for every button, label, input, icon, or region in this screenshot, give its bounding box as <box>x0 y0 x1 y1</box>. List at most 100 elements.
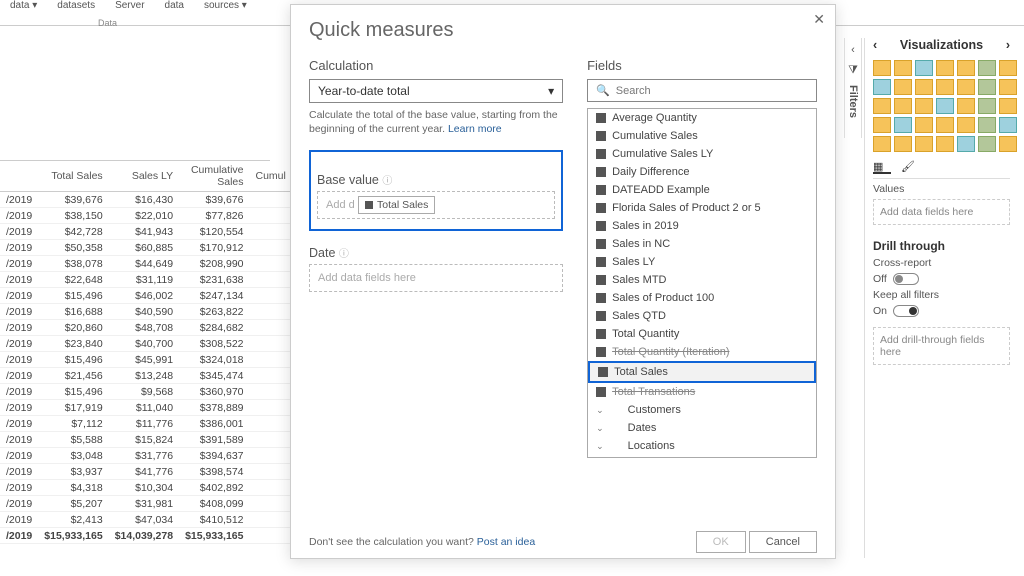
table-row[interactable]: /2019$15,496$9,568$360,970 <box>0 384 292 400</box>
field-measure[interactable]: Average Quantity <box>588 109 816 127</box>
ok-button[interactable]: OK <box>696 531 746 553</box>
vis-type-icon[interactable] <box>957 98 975 114</box>
table-row[interactable]: /2019$3,048$31,776$394,637 <box>0 448 292 464</box>
table-row[interactable]: /2019$17,919$11,040$378,889 <box>0 400 292 416</box>
table-row[interactable]: /2019$21,456$13,248$345,474 <box>0 368 292 384</box>
vis-type-icon[interactable] <box>873 117 891 133</box>
ribbon-datasets[interactable]: datasets <box>57 0 95 11</box>
chevron-right-icon[interactable]: › <box>1006 38 1010 52</box>
table-row[interactable]: /2019$39,676$16,430$39,676 <box>0 192 292 208</box>
drag-chip-total-sales[interactable]: Total Sales <box>358 196 435 214</box>
filters-pane-collapsed[interactable]: ‹ ⧩ Filters <box>844 38 862 138</box>
vis-type-icon[interactable] <box>873 79 891 95</box>
vis-type-icon[interactable] <box>999 136 1017 152</box>
fields-tab-icon[interactable]: ▦ <box>873 160 891 174</box>
field-measure[interactable]: Total Quantity <box>588 325 816 343</box>
table-row[interactable]: /2019$38,078$44,649$208,990 <box>0 256 292 272</box>
table-row[interactable]: /2019$42,728$41,943$120,554 <box>0 224 292 240</box>
table-row[interactable]: /2019$7,112$11,776$386,001 <box>0 416 292 432</box>
vis-type-icon[interactable] <box>894 98 912 114</box>
field-measure[interactable]: Daily Difference <box>588 163 816 181</box>
col-header[interactable]: Sales LY <box>109 161 179 192</box>
calculation-dropdown[interactable]: Year-to-date total ▾ <box>309 79 563 103</box>
cancel-button[interactable]: Cancel <box>749 531 817 553</box>
vis-type-icon[interactable] <box>978 79 996 95</box>
fields-search[interactable]: 🔍 Search <box>587 79 817 102</box>
vis-type-icon[interactable] <box>894 79 912 95</box>
field-table[interactable]: ⌄Products <box>588 455 816 458</box>
table-row[interactable]: /2019$15,496$45,991$324,018 <box>0 352 292 368</box>
field-measure[interactable]: Cumulative Sales <box>588 127 816 145</box>
ribbon-server[interactable]: Server <box>115 0 144 11</box>
fields-list[interactable]: Average QuantityCumulative SalesCumulati… <box>587 108 817 458</box>
field-measure[interactable]: Total Quantity (Iteration) <box>588 343 816 361</box>
vis-type-icon[interactable] <box>873 60 891 76</box>
table-row[interactable]: /2019$38,150$22,010$77,826 <box>0 208 292 224</box>
cross-report-toggle[interactable] <box>893 273 919 285</box>
vis-type-icon[interactable] <box>915 60 933 76</box>
vis-type-icon[interactable] <box>978 117 996 133</box>
vis-type-icon[interactable] <box>978 60 996 76</box>
chevron-left-icon[interactable]: ‹ <box>873 38 877 52</box>
vis-type-icon[interactable] <box>936 60 954 76</box>
drill-through-dropzone[interactable]: Add drill-through fields here <box>873 327 1010 365</box>
table-row[interactable]: /2019$15,496$46,002$247,134 <box>0 288 292 304</box>
field-measure[interactable]: Sales in NC <box>588 235 816 253</box>
vis-type-icon[interactable] <box>894 117 912 133</box>
vis-type-icon[interactable] <box>999 117 1017 133</box>
table-row[interactable]: /2019$22,648$31,119$231,638 <box>0 272 292 288</box>
field-measure[interactable]: Sales MTD <box>588 271 816 289</box>
format-tab-icon[interactable]: 🖌 <box>901 160 919 174</box>
table-row[interactable]: /2019$5,588$15,824$391,589 <box>0 432 292 448</box>
keep-filters-toggle[interactable] <box>893 305 919 317</box>
col-header[interactable] <box>0 161 38 192</box>
vis-type-icon[interactable] <box>936 117 954 133</box>
field-measure[interactable]: Sales LY <box>588 253 816 271</box>
date-dropzone[interactable]: Add data fields here <box>309 264 563 292</box>
table-row[interactable]: /2019$2,413$47,034$410,512 <box>0 512 292 528</box>
visualization-picker[interactable] <box>873 60 1010 152</box>
post-idea-link[interactable]: Post an idea <box>477 536 535 548</box>
vis-type-icon[interactable] <box>936 136 954 152</box>
vis-type-icon[interactable] <box>873 98 891 114</box>
vis-type-icon[interactable] <box>978 136 996 152</box>
table-row[interactable]: /2019$5,207$31,981$408,099 <box>0 496 292 512</box>
table-row[interactable]: /2019$23,840$40,700$308,522 <box>0 336 292 352</box>
field-measure[interactable]: Sales of Product 100 <box>588 289 816 307</box>
vis-type-icon[interactable] <box>915 98 933 114</box>
vis-type-icon[interactable] <box>957 79 975 95</box>
field-measure[interactable]: DATEADD Example <box>588 181 816 199</box>
table-row[interactable]: /2019$50,358$60,885$170,912 <box>0 240 292 256</box>
field-measure[interactable]: Total Transations <box>588 383 816 401</box>
close-icon[interactable]: ✕ <box>813 11 825 28</box>
vis-type-icon[interactable] <box>957 136 975 152</box>
table-row[interactable]: /2019$4,318$10,304$402,892 <box>0 480 292 496</box>
learn-more-link[interactable]: Learn more <box>448 123 502 135</box>
field-measure[interactable]: Cumulative Sales LY <box>588 145 816 163</box>
vis-type-icon[interactable] <box>957 117 975 133</box>
base-value-dropzone[interactable]: Add d Total Sales <box>317 191 555 219</box>
vis-type-icon[interactable] <box>999 60 1017 76</box>
vis-type-icon[interactable] <box>873 136 891 152</box>
field-measure[interactable]: Sales in 2019 <box>588 217 816 235</box>
ribbon-sources[interactable]: sources ▾ <box>204 0 247 11</box>
field-table[interactable]: ⌄Customers <box>588 401 816 419</box>
field-measure[interactable]: Florida Sales of Product 2 or 5 <box>588 199 816 217</box>
vis-type-icon[interactable] <box>936 98 954 114</box>
vis-type-icon[interactable] <box>915 117 933 133</box>
ribbon-data[interactable]: data <box>165 0 184 11</box>
vis-type-icon[interactable] <box>915 136 933 152</box>
values-dropzone[interactable]: Add data fields here <box>873 199 1010 225</box>
field-measure[interactable]: Sales QTD <box>588 307 816 325</box>
col-header[interactable]: Cumulative Sales <box>179 161 249 192</box>
vis-type-icon[interactable] <box>894 136 912 152</box>
col-header[interactable]: Total Sales <box>38 161 108 192</box>
table-row[interactable]: /2019$3,937$41,776$398,574 <box>0 464 292 480</box>
vis-type-icon[interactable] <box>936 79 954 95</box>
vis-type-icon[interactable] <box>999 98 1017 114</box>
vis-type-icon[interactable] <box>915 79 933 95</box>
ribbon-get-data[interactable]: data ▾ <box>10 0 37 11</box>
vis-type-icon[interactable] <box>957 60 975 76</box>
vis-type-icon[interactable] <box>978 98 996 114</box>
field-table[interactable]: ⌄Locations <box>588 437 816 455</box>
